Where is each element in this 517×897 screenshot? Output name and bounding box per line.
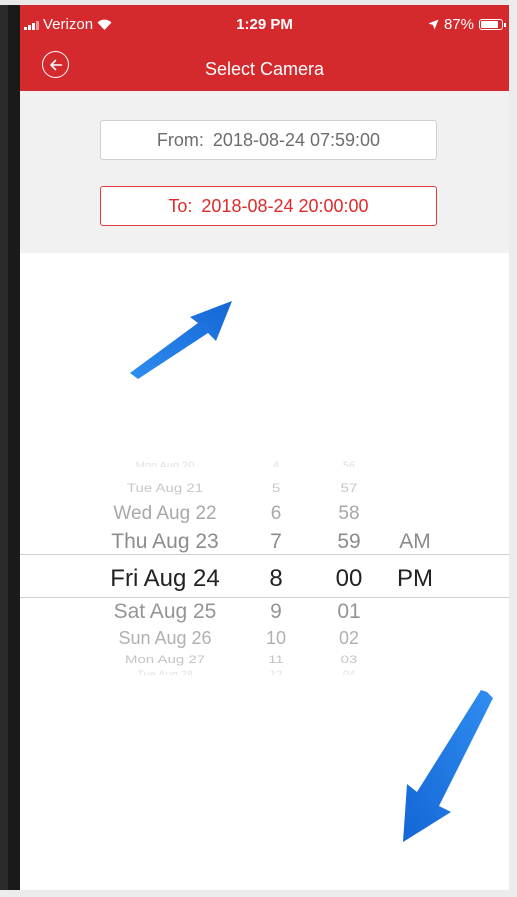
time-range-panel: From: 2018-08-24 07:59:00 To: 2018-08-24… (20, 91, 509, 253)
picker-date-row[interactable]: Sat Aug 25 (100, 600, 230, 624)
picker-ampm-row[interactable]: AM (385, 530, 445, 554)
status-bar: Verizon 1:29 PM 87% (20, 5, 509, 39)
picker-date-row[interactable]: Wed Aug 22 (100, 503, 230, 525)
screenshot-border-right (509, 0, 517, 897)
location-arrow-icon (428, 19, 439, 30)
page-title: Select Camera (204, 59, 325, 79)
battery-icon (479, 19, 506, 30)
picker-hour-row[interactable]: 11 (256, 653, 296, 666)
picker-hour-row[interactable]: 12 (256, 670, 296, 675)
picker-hour-row[interactable]: 7 (256, 530, 296, 554)
picker-hour-row[interactable]: 10 (256, 628, 296, 649)
screenshot-border-bottom (0, 890, 517, 897)
picker-date-row[interactable]: Sun Aug 26 (100, 628, 230, 649)
picker-hour-row[interactable]: 5 (256, 482, 296, 495)
to-value: 2018-08-24 20:00:00 (201, 195, 369, 216)
picker-date-row[interactable]: Tue Aug 28 (100, 670, 230, 675)
picker-minute-row[interactable]: 01 (324, 600, 374, 624)
annotation-arrow-down-icon (403, 690, 493, 842)
app-header: Verizon 1:29 PM 87% Select Camera (20, 5, 509, 91)
picker-hour-row[interactable]: 4 (256, 461, 296, 467)
picker-minute-row[interactable]: 59 (324, 530, 374, 554)
from-field[interactable]: From: 2018-08-24 07:59:00 (100, 120, 437, 160)
phone-screen: Verizon 1:29 PM 87% Select Camera From: … (8, 5, 509, 890)
title-row: Select Camera (20, 47, 509, 85)
to-field[interactable]: To: 2018-08-24 20:00:00 (100, 186, 437, 226)
date-time-picker[interactable]: Mon Aug 20 Tue Aug 21 Wed Aug 22 Thu Aug… (20, 453, 509, 693)
picker-date-row[interactable]: Thu Aug 23 (100, 530, 230, 554)
picker-minute-selected[interactable]: 00 (324, 565, 374, 593)
status-right: 87% (428, 16, 506, 33)
picker-minute-row[interactable]: 04 (324, 670, 374, 675)
annotation-arrow-up-icon (130, 301, 232, 379)
picker-hour-row[interactable]: 6 (256, 503, 296, 525)
battery-percent: 87% (443, 16, 474, 33)
picker-date-row[interactable]: Mon Aug 20 (100, 461, 230, 467)
picker-minute-row[interactable]: 58 (324, 503, 374, 525)
from-value: 2018-08-24 07:59:00 (212, 129, 381, 150)
picker-date-selected[interactable]: Fri Aug 24 (100, 565, 230, 593)
picker-date-row[interactable]: Tue Aug 21 (100, 482, 230, 495)
from-label: From: (156, 129, 204, 150)
picker-minute-row[interactable]: 03 (324, 653, 374, 666)
to-label: To: (168, 195, 193, 216)
picker-ampm-selected[interactable]: PM (385, 565, 445, 593)
picker-date-row[interactable]: Mon Aug 27 (100, 653, 230, 666)
picker-hour-selected[interactable]: 8 (256, 565, 296, 593)
picker-hour-row[interactable]: 9 (256, 600, 296, 624)
picker-minute-row[interactable]: 02 (324, 628, 374, 649)
picker-minute-row[interactable]: 56 (324, 461, 374, 467)
picker-minute-row[interactable]: 57 (324, 482, 374, 495)
